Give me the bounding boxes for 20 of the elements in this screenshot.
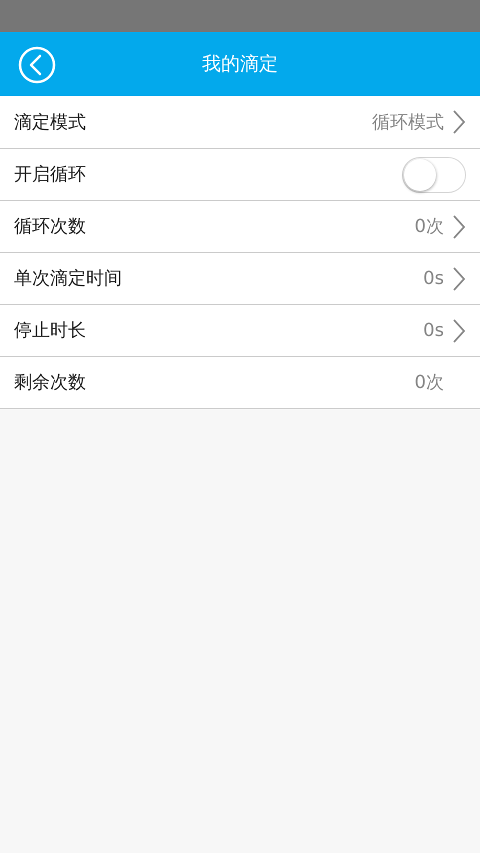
row-value: 0s [423,267,444,291]
row-value: 0s [423,319,444,343]
page-title: 我的滴定 [202,52,278,77]
row-value: 循环模式 [372,110,444,134]
row-label: 循环次数 [14,215,87,239]
row-label: 剩余次数 [14,371,87,395]
toggle-switch[interactable] [402,156,466,192]
row-label: 开启循环 [14,163,87,187]
settings-row[interactable]: 开启循环 [0,148,480,200]
row-label: 停止时长 [14,319,87,343]
row-value: 0次 [414,215,444,239]
settings-row[interactable]: 循环次数 0次 [0,200,480,252]
settings-row[interactable]: 滴定模式 循环模式 [0,96,480,148]
settings-row[interactable]: 剩余次数 0次 [0,356,480,408]
row-label: 单次滴定时间 [14,267,123,291]
row-label: 滴定模式 [14,110,87,134]
back-button[interactable] [18,46,56,84]
row-value: 0次 [414,371,444,395]
settings-row[interactable]: 单次滴定时间 0s [0,252,480,304]
settings-row[interactable]: 停止时长 0s [0,304,480,356]
